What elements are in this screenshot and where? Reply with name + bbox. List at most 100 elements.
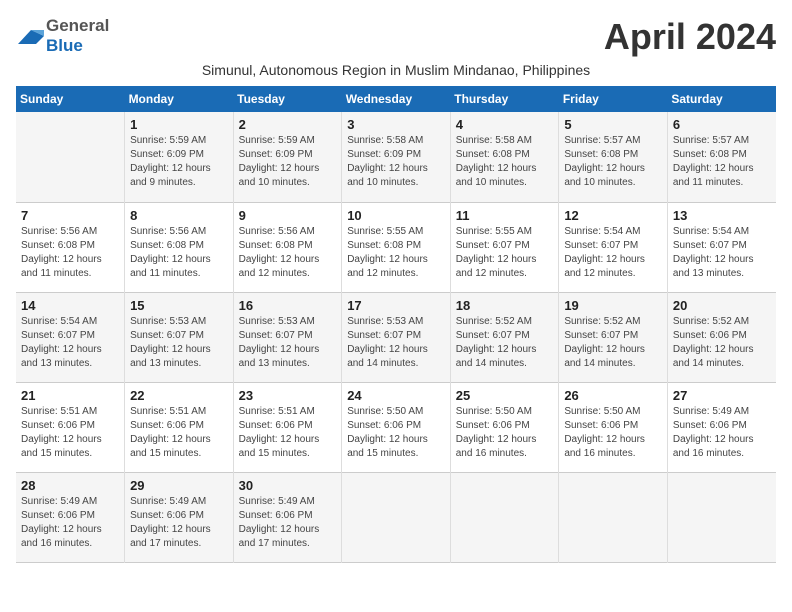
day-number: 14 (21, 298, 119, 313)
week-row-1: 1 Sunrise: 5:59 AM Sunset: 6:09 PM Daylig… (16, 112, 776, 202)
day-info: Sunrise: 5:52 AM Sunset: 6:07 PM Dayligh… (564, 315, 662, 371)
calendar-cell: 12 Sunrise: 5:54 AM Sunset: 6:07 PM Dayli… (559, 202, 668, 292)
day-number: 24 (347, 388, 445, 403)
day-info: Sunrise: 5:53 AM Sunset: 6:07 PM Dayligh… (347, 315, 445, 371)
day-number: 13 (673, 208, 771, 223)
day-info: Sunrise: 5:56 AM Sunset: 6:08 PM Dayligh… (239, 225, 337, 281)
calendar-cell: 15 Sunrise: 5:53 AM Sunset: 6:07 PM Dayli… (125, 292, 234, 382)
calendar-cell: 1 Sunrise: 5:59 AM Sunset: 6:09 PM Daylig… (125, 112, 234, 202)
day-number: 17 (347, 298, 445, 313)
day-number: 26 (564, 388, 662, 403)
calendar-cell: 23Sunrise: 5:51 AM Sunset: 6:06 PM Dayli… (233, 382, 342, 472)
day-info: Sunrise: 5:58 AM Sunset: 6:08 PM Dayligh… (456, 134, 554, 190)
day-number: 21 (21, 388, 119, 403)
day-number: 23 (239, 388, 337, 403)
day-number: 30 (239, 478, 337, 493)
calendar-cell: 26 Sunrise: 5:50 AM Sunset: 6:06 PM Dayli… (559, 382, 668, 472)
day-number: 9 (239, 208, 337, 223)
calendar-cell (342, 472, 451, 562)
calendar-cell: 11 Sunrise: 5:55 AM Sunset: 6:07 PM Dayli… (450, 202, 559, 292)
day-info: Sunrise: 5:50 AM Sunset: 6:06 PM Dayligh… (456, 405, 554, 461)
calendar-cell: 30 Sunrise: 5:49 AM Sunset: 6:06 PM Dayli… (233, 472, 342, 562)
calendar-cell: 13Sunrise: 5:54 AM Sunset: 6:07 PM Dayli… (667, 202, 776, 292)
day-number: 8 (130, 208, 228, 223)
day-info: Sunrise: 5:50 AM Sunset: 6:06 PM Dayligh… (347, 405, 445, 461)
col-header-friday: Friday (559, 86, 668, 112)
day-number: 2 (239, 117, 337, 132)
col-header-wednesday: Wednesday (342, 86, 451, 112)
week-row-5: 28 Sunrise: 5:49 AM Sunset: 6:06 PM Dayli… (16, 472, 776, 562)
day-number: 28 (21, 478, 119, 493)
calendar-cell: 3 Sunrise: 5:58 AM Sunset: 6:09 PM Daylig… (342, 112, 451, 202)
calendar-table: SundayMondayTuesdayWednesdayThursdayFrid… (16, 86, 776, 563)
day-number: 20 (673, 298, 771, 313)
day-info: Sunrise: 5:57 AM Sunset: 6:08 PM Dayligh… (673, 134, 771, 190)
calendar-cell: 22 Sunrise: 5:51 AM Sunset: 6:06 PM Dayli… (125, 382, 234, 472)
calendar-cell: 4 Sunrise: 5:58 AM Sunset: 6:08 PM Daylig… (450, 112, 559, 202)
day-number: 19 (564, 298, 662, 313)
day-info: Sunrise: 5:49 AM Sunset: 6:06 PM Dayligh… (21, 495, 119, 551)
day-info: Sunrise: 5:56 AM Sunset: 6:08 PM Dayligh… (130, 225, 228, 281)
day-info: Sunrise: 5:51 AM Sunset: 6:06 PM Dayligh… (130, 405, 228, 461)
calendar-cell: 21 Sunrise: 5:51 AM Sunset: 6:06 PM Dayli… (16, 382, 125, 472)
day-info: Sunrise: 5:53 AM Sunset: 6:07 PM Dayligh… (130, 315, 228, 371)
calendar-cell (559, 472, 668, 562)
calendar-cell: 8 Sunrise: 5:56 AM Sunset: 6:08 PM Daylig… (125, 202, 234, 292)
calendar-cell: 28 Sunrise: 5:49 AM Sunset: 6:06 PM Dayli… (16, 472, 125, 562)
col-header-monday: Monday (125, 86, 234, 112)
day-info: Sunrise: 5:49 AM Sunset: 6:06 PM Dayligh… (673, 405, 771, 461)
day-info: Sunrise: 5:59 AM Sunset: 6:09 PM Dayligh… (239, 134, 337, 190)
day-number: 7 (21, 208, 119, 223)
calendar-cell: 10Sunrise: 5:55 AM Sunset: 6:08 PM Dayli… (342, 202, 451, 292)
col-header-thursday: Thursday (450, 86, 559, 112)
col-header-saturday: Saturday (667, 86, 776, 112)
logo-blue: Blue (46, 36, 83, 55)
week-row-4: 21 Sunrise: 5:51 AM Sunset: 6:06 PM Dayli… (16, 382, 776, 472)
calendar-cell: 27 Sunrise: 5:49 AM Sunset: 6:06 PM Dayli… (667, 382, 776, 472)
day-info: Sunrise: 5:56 AM Sunset: 6:08 PM Dayligh… (21, 225, 119, 281)
logo-icon (16, 26, 44, 46)
calendar-cell: 25 Sunrise: 5:50 AM Sunset: 6:06 PM Dayli… (450, 382, 559, 472)
day-info: Sunrise: 5:50 AM Sunset: 6:06 PM Dayligh… (564, 405, 662, 461)
day-number: 22 (130, 388, 228, 403)
day-number: 16 (239, 298, 337, 313)
calendar-cell (16, 112, 125, 202)
calendar-cell: 29 Sunrise: 5:49 AM Sunset: 6:06 PM Dayli… (125, 472, 234, 562)
day-info: Sunrise: 5:49 AM Sunset: 6:06 PM Dayligh… (239, 495, 337, 551)
day-info: Sunrise: 5:58 AM Sunset: 6:09 PM Dayligh… (347, 134, 445, 190)
calendar-cell: 16Sunrise: 5:53 AM Sunset: 6:07 PM Dayli… (233, 292, 342, 382)
calendar-cell: 17 Sunrise: 5:53 AM Sunset: 6:07 PM Dayli… (342, 292, 451, 382)
day-number: 27 (673, 388, 771, 403)
day-number: 11 (456, 208, 554, 223)
calendar-cell: 24 Sunrise: 5:50 AM Sunset: 6:06 PM Dayli… (342, 382, 451, 472)
week-row-2: 7 Sunrise: 5:56 AM Sunset: 6:08 PM Daylig… (16, 202, 776, 292)
day-info: Sunrise: 5:54 AM Sunset: 6:07 PM Dayligh… (564, 225, 662, 281)
day-number: 15 (130, 298, 228, 313)
day-number: 4 (456, 117, 554, 132)
day-number: 29 (130, 478, 228, 493)
day-info: Sunrise: 5:55 AM Sunset: 6:07 PM Dayligh… (456, 225, 554, 281)
calendar-cell: 20Sunrise: 5:52 AM Sunset: 6:06 PM Dayli… (667, 292, 776, 382)
day-info: Sunrise: 5:59 AM Sunset: 6:09 PM Dayligh… (130, 134, 228, 190)
day-number: 6 (673, 117, 771, 132)
day-number: 25 (456, 388, 554, 403)
day-number: 3 (347, 117, 445, 132)
day-info: Sunrise: 5:49 AM Sunset: 6:06 PM Dayligh… (130, 495, 228, 551)
calendar-cell: 6 Sunrise: 5:57 AM Sunset: 6:08 PM Daylig… (667, 112, 776, 202)
calendar-cell: 19 Sunrise: 5:52 AM Sunset: 6:07 PM Dayli… (559, 292, 668, 382)
calendar-cell: 9 Sunrise: 5:56 AM Sunset: 6:08 PM Daylig… (233, 202, 342, 292)
day-info: Sunrise: 5:55 AM Sunset: 6:08 PM Dayligh… (347, 225, 445, 281)
day-info: Sunrise: 5:51 AM Sunset: 6:06 PM Dayligh… (21, 405, 119, 461)
month-title: April 2024 (604, 16, 776, 58)
day-info: Sunrise: 5:54 AM Sunset: 6:07 PM Dayligh… (21, 315, 119, 371)
day-info: Sunrise: 5:52 AM Sunset: 6:07 PM Dayligh… (456, 315, 554, 371)
col-header-sunday: Sunday (16, 86, 125, 112)
day-number: 12 (564, 208, 662, 223)
day-number: 18 (456, 298, 554, 313)
calendar-cell: 5Sunrise: 5:57 AM Sunset: 6:08 PM Daylig… (559, 112, 668, 202)
calendar-cell: 14 Sunrise: 5:54 AM Sunset: 6:07 PM Dayli… (16, 292, 125, 382)
week-row-3: 14 Sunrise: 5:54 AM Sunset: 6:07 PM Dayli… (16, 292, 776, 382)
day-number: 1 (130, 117, 228, 132)
logo-general: General (46, 16, 109, 35)
day-info: Sunrise: 5:57 AM Sunset: 6:08 PM Dayligh… (564, 134, 662, 190)
